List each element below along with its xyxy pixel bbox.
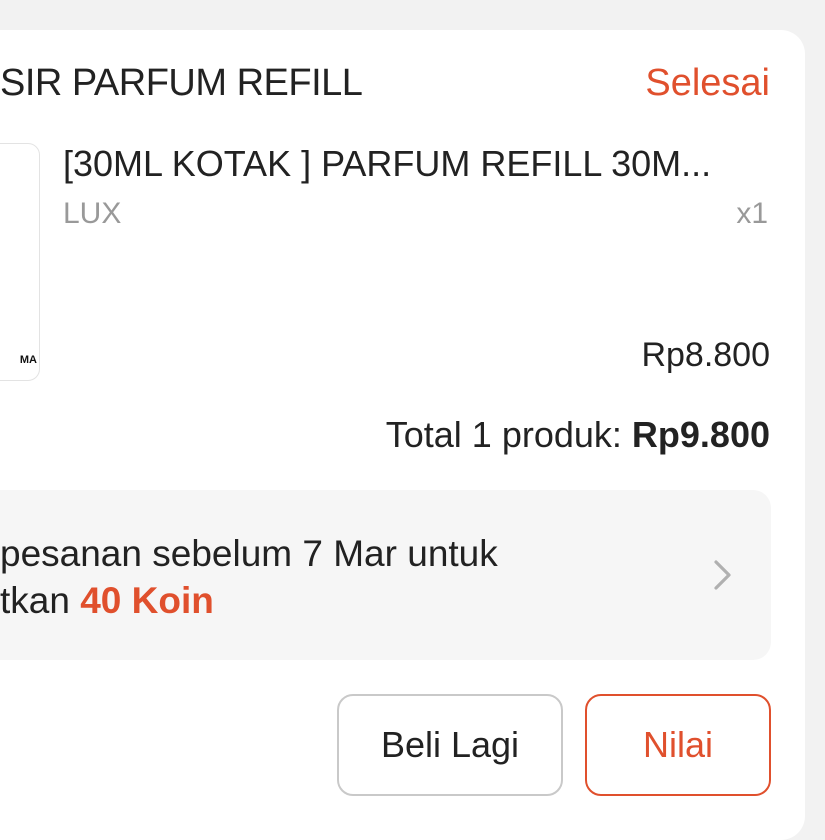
product-variation: LUX (63, 197, 122, 230)
promo-text-line1: pesanan sebelum 7 Mar untuk (0, 533, 498, 574)
product-quantity: x1 (736, 197, 768, 230)
promo-coins: 40 Koin (80, 580, 214, 621)
product-price: Rp8.800 (641, 336, 770, 374)
product-thumbnail[interactable]: MA (0, 143, 40, 381)
promo-text-line2: tkan 40 Koin (0, 580, 214, 622)
promo-text-prefix: tkan (0, 580, 81, 621)
thumbnail-text: MA (19, 354, 37, 366)
rate-button[interactable]: Nilai (585, 694, 771, 796)
total-value: Rp9.800 (631, 414, 770, 455)
coin-promo-banner[interactable] (0, 490, 771, 660)
shop-name[interactable]: SIR PARFUM REFILL (0, 62, 363, 105)
buy-again-button[interactable]: Beli Lagi (337, 694, 563, 796)
order-total: Total 1 produk: Rp9.800 (386, 414, 770, 456)
order-status: Selesai (645, 62, 770, 104)
total-label: Total 1 produk: (385, 414, 632, 455)
chevron-right-icon[interactable] (710, 558, 736, 592)
product-name[interactable]: [30ML KOTAK ] PARFUM REFILL 30M... (63, 143, 763, 185)
